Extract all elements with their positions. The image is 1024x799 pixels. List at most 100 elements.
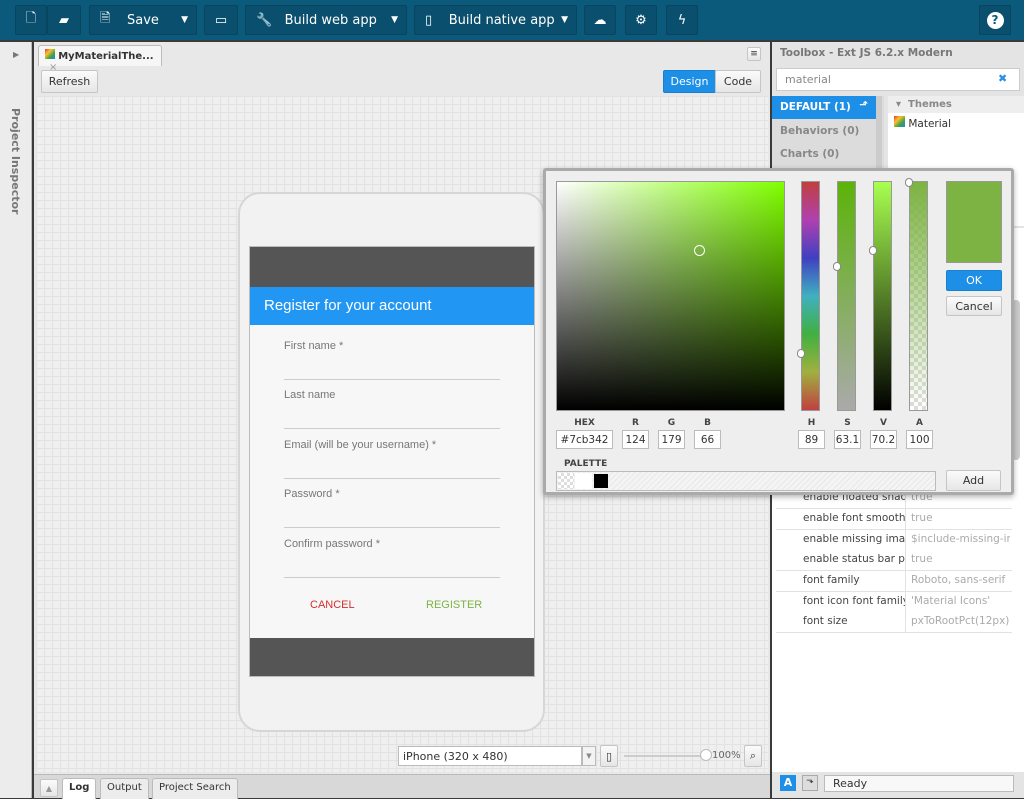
tab-mymaterialtheme[interactable]: MyMaterialThe... × [38,45,162,73]
open-button[interactable]: ▰ [47,5,81,35]
property-value[interactable]: Roboto, sans-serif [906,571,1010,591]
hue-slider[interactable] [797,181,820,411]
r-input[interactable]: 124 [622,430,649,449]
property-value[interactable]: true [906,550,1010,570]
email-field[interactable]: Email (will be your username) * [284,439,500,479]
chevron-down-icon: ▼ [391,15,398,25]
property-row[interactable]: enable missing imag...$include-missing-i… [776,529,1012,551]
save-icon: 🗎 [100,11,111,26]
property-value[interactable]: 'Material Icons' [906,592,1010,612]
palette-swatch-transparent[interactable] [558,473,574,489]
build-web-app-button[interactable]: 🔧 Build web app ▼ [245,5,407,35]
export-icon[interactable]: ⬎ [802,775,818,791]
clear-search-icon[interactable]: ✖ [998,72,1007,85]
cancel-button[interactable]: CANCEL [310,599,355,611]
deploy-button[interactable]: ☁ [584,5,616,35]
theme-icon [894,116,905,127]
g-label: G [667,418,676,428]
help-button[interactable]: ? [979,5,1011,35]
first-name-field[interactable]: First name * [284,340,500,380]
value-slider[interactable] [869,181,892,411]
category-charts[interactable]: Charts (0) [772,143,876,166]
tab-project-search[interactable]: Project Search [152,778,238,799]
hue-thumb[interactable] [797,349,805,358]
property-value[interactable]: $include-missing-im... [906,530,1010,550]
zoom-fit-button[interactable]: ⌕ [744,745,762,767]
monitor-icon: ▭ [214,12,228,28]
property-name: font icon font family [776,591,906,612]
last-name-field[interactable]: Last name [284,389,500,429]
a-input[interactable]: 100 [906,430,933,449]
b-input[interactable]: 66 [694,430,721,449]
design-button[interactable]: Design [663,70,716,93]
zoom-slider[interactable] [624,755,706,757]
saturation-value-field[interactable] [556,181,785,411]
pin-icon: ⬏ [859,99,868,111]
lightning-icon: ϟ [677,12,687,28]
project-inspector-panel[interactable]: ▶ Project Inspector [0,42,32,798]
rotate-device-button[interactable]: ▯ [600,745,618,767]
property-row[interactable]: font family Roboto, sans-serif [776,571,1012,592]
refresh-button[interactable]: Refresh [41,70,98,93]
chevron-down-icon[interactable]: ▼ [582,746,596,766]
property-row[interactable]: enable status bar pa...true [776,550,1012,572]
value-thumb[interactable] [869,246,877,255]
saturation-thumb[interactable] [833,262,841,271]
phone-rotate-icon: ▯ [605,749,613,763]
property-value[interactable]: pxToRootPct(12px) [906,612,1010,632]
expand-icon[interactable]: ▶ [13,50,19,59]
property-name: font size [776,612,906,633]
color-selector-handle[interactable] [694,245,705,256]
phone-icon: ▯ [425,12,433,28]
tab-log[interactable]: Log [62,778,97,799]
category-default[interactable]: DEFAULT (1) ⬏ [772,96,876,119]
category-behaviors[interactable]: Behaviors (0) [772,120,876,143]
confirm-password-field[interactable]: Confirm password * [284,538,500,578]
folder-icon: ▰ [59,12,69,28]
property-row[interactable]: font icon font family 'Material Icons' [776,591,1012,613]
alpha-thumb[interactable] [905,178,913,187]
new-file-button[interactable]: 🗋 [15,5,47,35]
form-header: Register for your account [250,287,534,325]
build-native-app-button[interactable]: ▯ Build native app ▼ [414,5,577,35]
saturation-slider[interactable] [833,181,856,411]
palette-swatch-white[interactable] [575,473,592,489]
palette-swatch-black[interactable] [594,474,608,488]
alpha-slider[interactable] [905,178,928,411]
preview-button[interactable]: ▭ [204,5,238,35]
main-toolbar: 🗋 ▰ 🗎 Save ▼ ▭ 🔧 Build web app ▼ ▯ Build n… [0,0,1024,40]
r-label: R [632,418,639,428]
ok-button[interactable]: OK [946,270,1002,291]
cloud-upload-icon: ☁ [593,12,607,28]
register-button[interactable]: REGISTER [426,599,482,611]
project-inspector-label: Project Inspector [9,108,22,215]
wrench-icon: 🔧 [256,12,273,28]
code-button[interactable]: Code [715,70,761,93]
group-themes[interactable]: ▾ Themes [888,96,1024,113]
h-input[interactable]: 89 [798,430,825,449]
mode-button[interactable]: A [780,775,796,791]
cancel-button[interactable]: Cancel [946,296,1002,316]
toolbox-search-input[interactable]: material [776,68,1020,91]
s-input[interactable]: 63.1 [834,430,861,449]
device-select[interactable]: iPhone (320 x 480) [398,746,582,766]
palette [556,471,936,491]
password-field[interactable]: Password * [284,488,500,528]
item-material[interactable]: Material [888,113,1024,133]
quick-action-button[interactable]: ϟ [666,5,698,35]
property-row[interactable]: enable font smoothi...true [776,508,1012,530]
zoom-slider-thumb[interactable] [700,749,712,761]
property-value[interactable]: true [906,509,1010,529]
property-row[interactable]: font size pxToRootPct(12px) [776,612,1012,634]
hex-input[interactable]: #7cb342 [556,430,613,449]
v-input[interactable]: 70.2 [870,430,897,449]
tab-output[interactable]: Output [100,778,149,799]
expand-bottom-panel-button[interactable]: ▲ [40,779,58,797]
settings-button[interactable]: ⚙ [625,5,657,35]
g-input[interactable]: 179 [658,430,685,449]
add-button[interactable]: Add [946,470,1001,491]
h-label: H [807,418,816,428]
menu-icon: ≡ [750,49,758,59]
save-button[interactable]: 🗎 Save ▼ [89,5,197,35]
tab-menu-button[interactable]: ≡ [747,47,761,61]
